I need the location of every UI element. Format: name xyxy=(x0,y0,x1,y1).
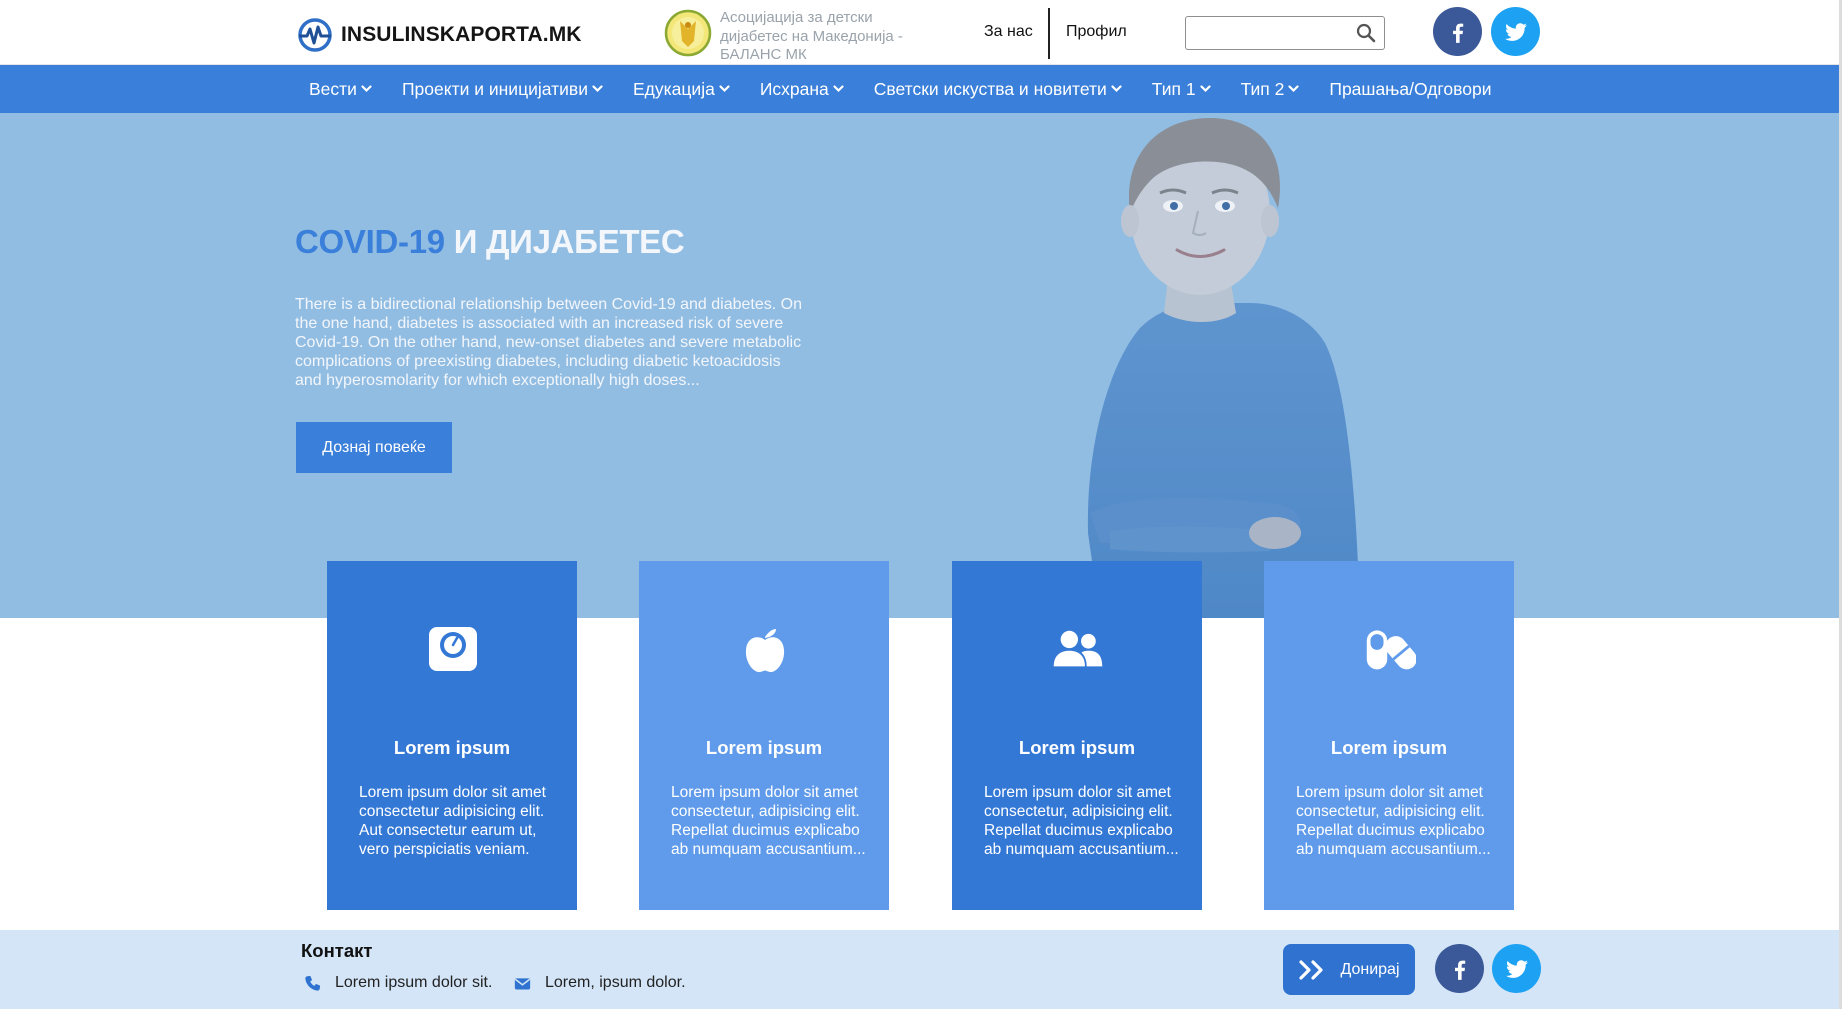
card-text: Lorem ipsum dolor sit amet consectetur a… xyxy=(359,784,546,858)
nav-item[interactable]: Прашања/Одговори xyxy=(1329,79,1491,100)
partner-name: Асоцијација за детски дијабетес на Макед… xyxy=(720,9,903,63)
card-text: Lorem ipsum dolor sit amet consectetur, … xyxy=(984,784,1179,858)
profile-link[interactable]: Профил xyxy=(1066,23,1127,41)
footer-twitter-button[interactable] xyxy=(1492,944,1541,993)
hero-title-accent: COVID-19 xyxy=(295,223,445,260)
hero-banner: COVID-19 И ДИЈАБЕТЕС There is a bidirect… xyxy=(0,113,1842,618)
card-title: Lorem ipsum xyxy=(1330,737,1448,758)
twitter-icon xyxy=(1504,22,1527,41)
twitter-icon xyxy=(1505,959,1528,978)
chevron-down-icon xyxy=(719,85,730,93)
nav-item-label: Исхрана xyxy=(759,78,829,99)
nav-item-label: Вести xyxy=(309,78,357,99)
chevron-down-icon xyxy=(1199,85,1211,93)
nav-item[interactable]: Едукација xyxy=(633,79,730,100)
card-title: Lorem ipsum xyxy=(1018,737,1136,758)
double-chevron-right-icon xyxy=(1299,959,1324,980)
child-photo xyxy=(1087,118,1360,618)
search-input[interactable] xyxy=(1186,17,1346,49)
weight-scale-icon xyxy=(429,627,477,671)
chevron-down-icon xyxy=(1288,85,1299,93)
feature-card[interactable]: Lorem ipsum Lorem ipsum dolor sit amet c… xyxy=(639,561,889,910)
learn-more-button[interactable]: Дознај повеќе xyxy=(296,422,452,473)
twitter-button[interactable] xyxy=(1491,7,1540,56)
nav-item-label: Тип 2 xyxy=(1240,78,1285,99)
nav-item-label: Проекти и иницијативи xyxy=(401,78,588,99)
brand-link[interactable]: INSULINSKAPORTA.MK xyxy=(297,17,582,53)
footer-facebook-button[interactable] xyxy=(1435,944,1484,993)
footer: Контакт Lorem ipsum dolor sit. Lorem, ip… xyxy=(0,930,1842,1009)
nav-item[interactable]: Тип 1 xyxy=(1152,79,1211,100)
chevron-down-icon xyxy=(833,85,844,93)
envelope-icon xyxy=(514,977,531,989)
partner-link[interactable]: Асоцијација за детски дијабетес на Макед… xyxy=(664,9,935,65)
card-text: Lorem ipsum dolor sit amet consectetur, … xyxy=(671,784,866,858)
nav-list: Вести Проекти и иницијативи Едукација Исхра… xyxy=(309,65,1492,113)
apple-icon xyxy=(745,629,785,673)
phone-text: Lorem ipsum dolor sit. xyxy=(335,974,493,991)
nav-item[interactable]: Тип 2 xyxy=(1241,79,1300,100)
footer-email[interactable]: Lorem, ipsum dolor. xyxy=(514,974,686,992)
footer-title: Контакт xyxy=(301,940,373,961)
feature-card[interactable]: Lorem ipsum Lorem ipsum dolor sit amet c… xyxy=(327,561,577,910)
pills-icon xyxy=(1366,630,1416,670)
brand-name: INSULINSKAPORTA.MK xyxy=(341,23,582,46)
nav-item[interactable]: Светски искуства и новитети xyxy=(874,79,1122,100)
facebook-icon xyxy=(1452,23,1463,43)
users-icon xyxy=(1053,630,1103,667)
chevron-down-icon xyxy=(1111,85,1122,93)
donate-button[interactable]: Донирај xyxy=(1283,944,1415,995)
hero-description: There is a bidirectional relationship be… xyxy=(295,296,802,389)
hero-title-rest: И ДИЈАБЕТЕС xyxy=(453,223,685,260)
nav-item[interactable]: Проекти и иницијативи xyxy=(402,79,603,100)
card-title: Lorem ipsum xyxy=(393,737,511,758)
footer-phone[interactable]: Lorem ipsum dolor sit. xyxy=(304,974,492,992)
nav-item-label: Светски искуства и новитети xyxy=(873,78,1107,99)
search-box xyxy=(1185,16,1385,50)
feature-card[interactable]: Lorem ipsum Lorem ipsum dolor sit amet c… xyxy=(952,561,1202,910)
card-text: Lorem ipsum dolor sit amet consectetur, … xyxy=(1296,784,1491,858)
feature-card[interactable]: Lorem ipsum Lorem ipsum dolor sit amet c… xyxy=(1264,561,1514,910)
search-icon[interactable] xyxy=(1356,23,1376,43)
facebook-button[interactable] xyxy=(1433,7,1482,56)
email-text: Lorem, ipsum dolor. xyxy=(545,974,686,991)
facebook-icon xyxy=(1454,960,1465,980)
chevron-down-icon xyxy=(592,85,603,93)
chevron-down-icon xyxy=(361,85,372,93)
nav-item[interactable]: Исхрана xyxy=(760,79,844,100)
top-header: INSULINSKAPORTA.MK Асоцијација за детски… xyxy=(0,0,1842,65)
phone-icon xyxy=(305,975,321,991)
header-divider xyxy=(1048,8,1050,59)
nav-item-label: Тип 1 xyxy=(1151,78,1196,99)
nav-item-label: Едукација xyxy=(633,78,715,99)
nav-item[interactable]: Вести xyxy=(309,79,372,100)
heartbeat-logo-icon xyxy=(298,18,332,52)
association-logo-icon xyxy=(664,9,712,57)
main-nav: Вести Проекти и иницијативи Едукација Исхра… xyxy=(0,65,1842,113)
card-title: Lorem ipsum xyxy=(705,737,823,758)
about-link[interactable]: За нас xyxy=(984,23,1033,41)
hero-title: COVID-19 И ДИЈАБЕТЕС xyxy=(295,223,685,261)
donate-label: Донирај xyxy=(1340,960,1400,978)
nav-item-label: Прашања/Одговори xyxy=(1329,78,1492,99)
